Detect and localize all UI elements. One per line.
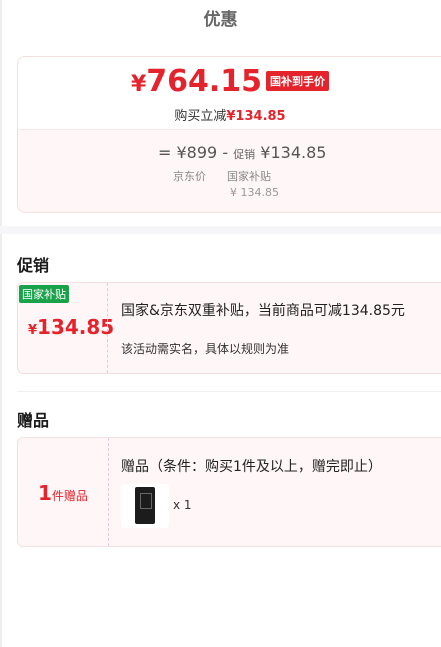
section-separator	[0, 226, 441, 234]
price-calculation: = ¥899 - 促销 ¥134.85 京东价 国家补贴 ¥ 134.85	[18, 129, 441, 212]
minus-sign: -	[222, 143, 229, 162]
promo-section-title: 促销	[17, 256, 50, 275]
page-title: 优惠	[203, 10, 238, 30]
promo-note: 该活动需实名，具体以规则为准	[121, 342, 290, 356]
promo-card[interactable]: 国家补贴 ¥134.85 国家&京东双重补贴，当前商品可减134.85元 该活动…	[17, 282, 441, 374]
gift-product-image[interactable]	[121, 484, 169, 528]
final-price-row: ¥764.15 国补到手价	[18, 64, 441, 99]
divider-line	[17, 391, 441, 392]
dashed-divider	[107, 283, 108, 373]
gov-subsidy-amount: ¥ 134.85	[230, 186, 279, 199]
coupon-page: 优惠 ¥764.15 国补到手价 购买立减¥134.85 = ¥899 - 促销 …	[0, 0, 441, 647]
gift-quantity: x 1	[173, 498, 192, 512]
equals-sign: =	[158, 143, 172, 162]
gift-condition: 赠品（条件：购买1件及以上，赠完即止）	[121, 459, 382, 475]
discount-row: 购买立减¥134.85	[18, 105, 441, 124]
gift-section-title: 赠品	[17, 411, 50, 430]
jd-price-label: 京东价	[173, 170, 206, 183]
discount-label: 购买立减	[174, 109, 227, 124]
price-summary-card: ¥764.15 国补到手价 购买立减¥134.85 = ¥899 - 促销 ¥13…	[17, 56, 441, 213]
gift-count: 1件赠品	[38, 481, 88, 505]
promo-description: 国家&京东双重补贴，当前商品可减134.85元	[121, 303, 405, 319]
price-formula: = ¥899 - 促销 ¥134.85	[158, 143, 326, 162]
discount-amount: ¥134.85	[226, 109, 286, 124]
jd-price: ¥899	[176, 143, 218, 162]
promo-label: 促销	[233, 148, 256, 161]
dashed-divider	[108, 438, 109, 546]
left-edge	[0, 0, 2, 647]
gov-subsidy-badge: 国家补贴	[19, 285, 69, 303]
promo-amount: ¥134.85	[260, 143, 327, 162]
gov-subsidy-label: 国家补贴	[227, 170, 271, 183]
subsidy-price-tag: 国补到手价	[266, 71, 330, 91]
gift-card[interactable]: 1件赠品 赠品（条件：购买1件及以上，赠完即止） x 1	[17, 437, 441, 547]
final-price: ¥764.15	[130, 64, 263, 99]
promo-amount: ¥134.85	[28, 315, 115, 339]
